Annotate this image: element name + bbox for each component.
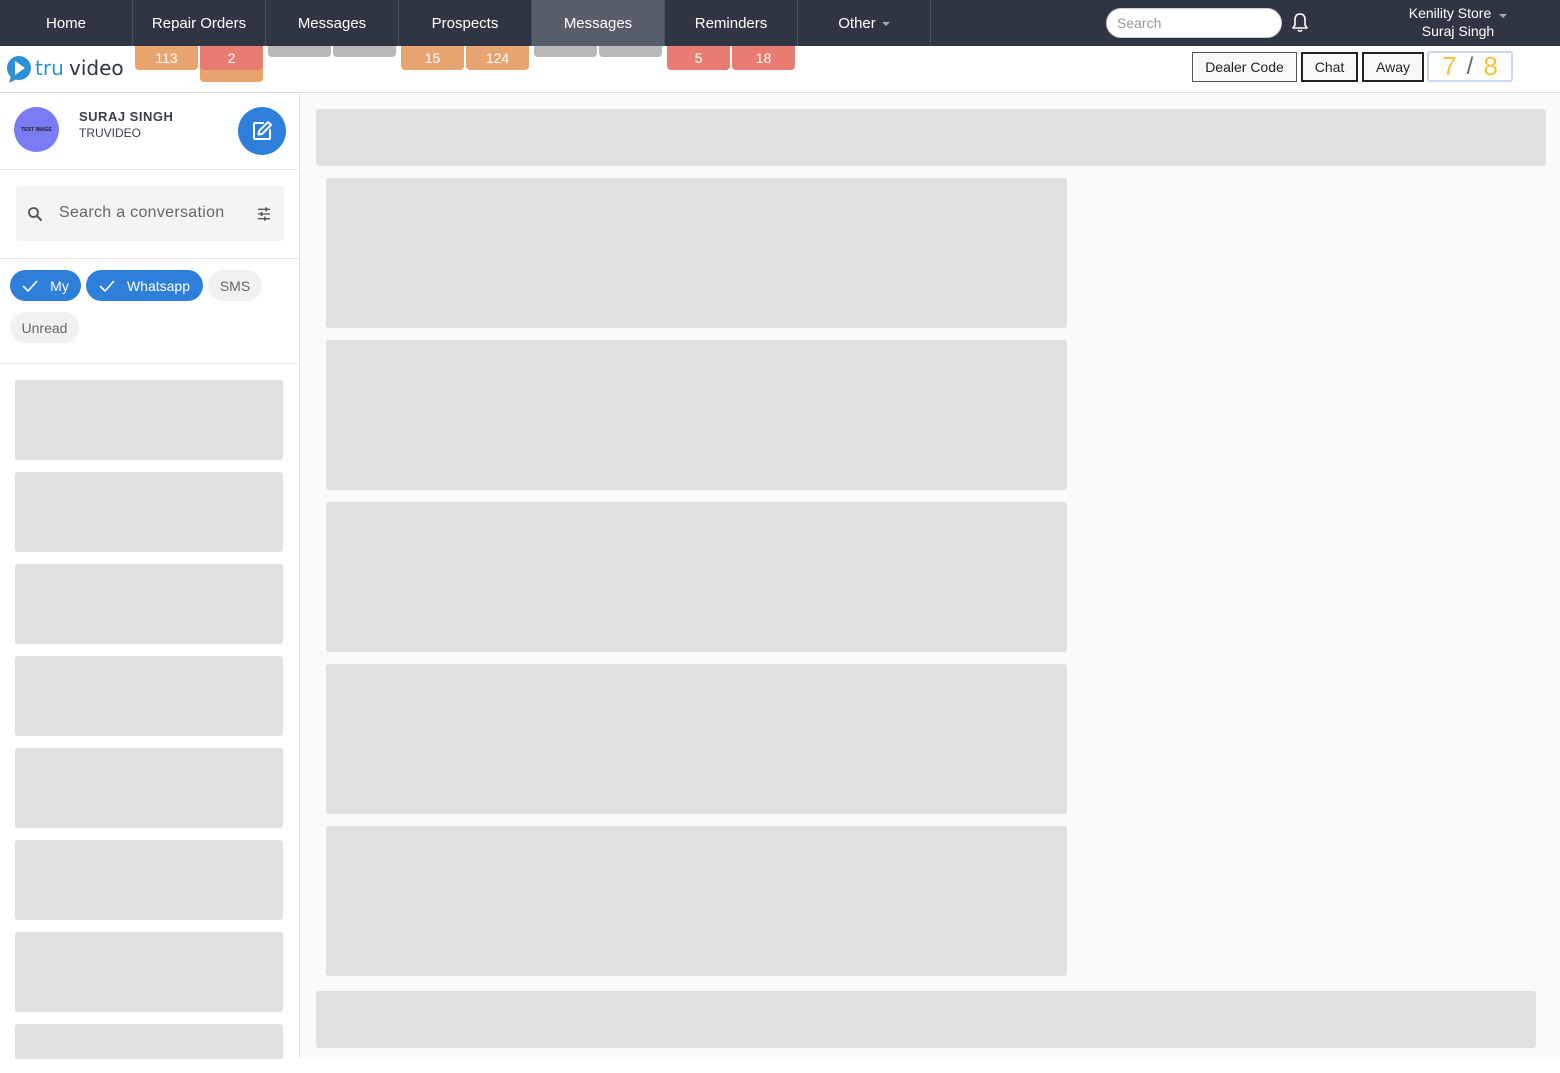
badge-count: 18 — [732, 46, 795, 70]
badge-count: 15 — [401, 46, 464, 70]
message-skeleton — [326, 826, 1067, 976]
filter-chip-unread[interactable]: Unread — [10, 312, 79, 343]
badge-empty — [268, 46, 331, 57]
divider — [0, 169, 299, 170]
conversation-skeleton — [15, 472, 283, 552]
nav-tab-reminders[interactable]: Reminders — [665, 0, 798, 46]
nav-tab-other[interactable]: Other — [798, 0, 931, 46]
divider — [0, 258, 299, 259]
badge-empty — [599, 46, 662, 57]
nav-tab-repair-orders[interactable]: Repair Orders — [133, 0, 266, 46]
svg-text:video: video — [69, 56, 124, 80]
nav-tab-prospects[interactable]: Prospects — [399, 0, 532, 46]
message-skeleton — [326, 178, 1067, 328]
nav-tab-label: Prospects — [431, 14, 499, 32]
agent-ratio: 7 / 8 — [1427, 51, 1513, 82]
compose-button[interactable] — [238, 107, 286, 155]
conversation-skeleton — [15, 932, 283, 1012]
badge-count: 113 — [135, 46, 198, 70]
chip-label: My — [50, 277, 69, 294]
conversation-sidebar: TEST IMAGE SURAJ SINGH TRUVIDEO My Whats… — [0, 93, 300, 1073]
nav-tab-label: Other — [838, 14, 876, 32]
bell-icon[interactable] — [1288, 11, 1312, 35]
chip-label: Whatsapp — [126, 277, 191, 294]
badge-count: 124 — [466, 46, 529, 70]
nav-tab-label: Messages — [297, 14, 367, 32]
search-icon — [28, 207, 42, 221]
top-navbar: Home Repair Orders Messages Prospects Me… — [0, 0, 1560, 46]
avatar[interactable]: TEST IMAGE — [14, 107, 59, 152]
nav-tab-messages[interactable]: Messages — [266, 0, 399, 46]
badge-count: 2 — [200, 46, 263, 70]
caret-down-icon — [881, 22, 890, 26]
caret-down-icon — [1499, 14, 1508, 18]
badge-empty — [333, 46, 396, 57]
nav-tab-label: Messages — [563, 14, 633, 32]
message-skeleton — [326, 664, 1067, 814]
ratio-right: 8 — [1483, 51, 1498, 81]
conversation-skeleton — [15, 656, 283, 736]
filter-icon[interactable] — [256, 206, 272, 222]
filter-chip-my[interactable]: My — [10, 270, 81, 301]
conversation-skeleton — [15, 564, 283, 644]
message-skeleton — [326, 502, 1067, 652]
ratio-left: 7 — [1442, 51, 1457, 81]
chat-button[interactable]: Chat — [1301, 52, 1358, 82]
badge-count: 5 — [667, 46, 730, 70]
truvideo-logo[interactable]: tru video — [6, 54, 130, 84]
chat-header-skeleton — [316, 109, 1546, 166]
filter-chip-whatsapp[interactable]: Whatsapp — [86, 270, 203, 301]
message-skeleton — [326, 340, 1067, 490]
nav-tab-home[interactable]: Home — [0, 0, 133, 46]
user-name: Suraj Singh — [1421, 23, 1495, 39]
chip-label: SMS — [219, 277, 251, 294]
away-button[interactable]: Away — [1362, 52, 1424, 82]
nav-tab-label: Repair Orders — [151, 14, 247, 32]
conversation-skeleton — [15, 1024, 283, 1064]
nav-search-input[interactable] — [1106, 8, 1282, 38]
page-bottom — [0, 1059, 1560, 1073]
nav-tab-messages-active[interactable]: Messages — [532, 0, 665, 46]
conversation-search — [16, 186, 284, 241]
check-icon — [22, 279, 38, 292]
conversation-skeleton — [15, 840, 283, 920]
sidebar-user-name: SURAJ SINGH — [79, 109, 174, 124]
conversation-skeleton — [15, 748, 283, 828]
chat-area — [301, 93, 1560, 1059]
check-icon — [99, 279, 115, 292]
ratio-separator: / — [1466, 52, 1474, 80]
store-name: Kenility Store — [1408, 5, 1492, 21]
divider — [0, 363, 299, 364]
nav-tab-label: Home — [45, 14, 86, 32]
filter-chip-sms[interactable]: SMS — [208, 270, 262, 301]
nav-tab-label: Reminders — [694, 14, 768, 32]
conversation-skeleton — [15, 380, 283, 460]
badge-empty — [534, 46, 597, 57]
svg-text:tru: tru — [35, 56, 64, 80]
chip-label: Unread — [21, 319, 68, 336]
sidebar-user-org: TRUVIDEO — [79, 126, 142, 140]
dealer-code-button[interactable]: Dealer Code — [1192, 52, 1297, 82]
compose-icon — [253, 121, 272, 140]
store-user-menu[interactable]: Kenility Store Suraj Singh — [1390, 4, 1526, 40]
conversation-search-input[interactable] — [59, 198, 239, 228]
composer-skeleton — [316, 991, 1536, 1048]
